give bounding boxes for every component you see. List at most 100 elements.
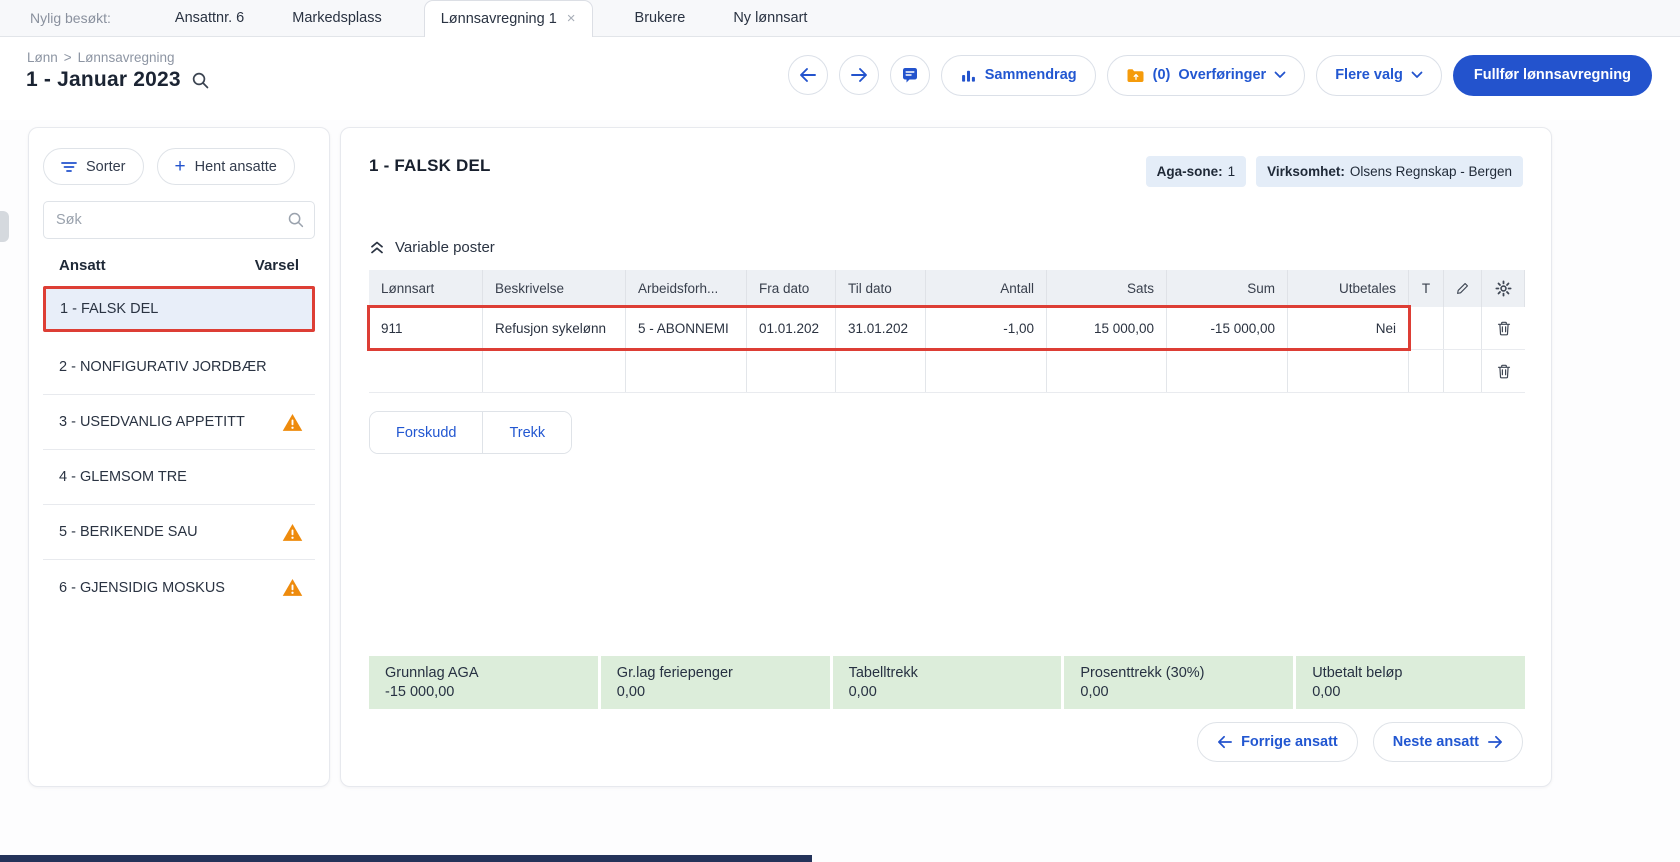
trash-icon	[1496, 320, 1512, 337]
cell-lonnsart[interactable]	[369, 350, 483, 392]
virksomhet-value: Olsens Regnskap - Bergen	[1349, 164, 1512, 179]
tab-lonnsavregning[interactable]: Lønnsavregning 1 ×	[423, 0, 593, 37]
back-button[interactable]	[787, 55, 828, 95]
virksomhet-label: Virksomhet:	[1267, 164, 1345, 179]
delete-row-button[interactable]	[1494, 320, 1513, 337]
pen-icon	[1456, 282, 1469, 295]
cell-beskrivelse[interactable]: Refusjon sykelønn	[483, 307, 626, 349]
tab-markedsplass[interactable]: Markedsplass	[286, 0, 387, 36]
col-header-arbeidsforhold: Arbeidsforh...	[626, 270, 747, 307]
tab-ansattnr-6[interactable]: Ansattnr. 6	[169, 0, 250, 36]
page-title: 1 - Januar 2023	[26, 68, 181, 91]
aga-sone-label: Aga-sone:	[1156, 164, 1223, 179]
forskudd-button[interactable]: Forskudd	[370, 412, 483, 453]
chevron-down-icon	[1411, 71, 1423, 79]
app-header: Lønn > Lønnsavregning 1 - Januar 2023 Sa…	[0, 37, 1680, 120]
tab-label: Lønnsavregning 1	[440, 11, 557, 27]
sorter-label: Sorter	[86, 158, 126, 175]
aga-sone-badge: Aga-sone: 1	[1145, 156, 1247, 187]
cell-delete	[1482, 350, 1525, 392]
delete-row-button[interactable]	[1494, 363, 1513, 380]
overforinger-label: Overføringer	[1178, 67, 1267, 83]
cell-til-dato[interactable]	[836, 350, 926, 392]
flere-valg-button[interactable]: Flere valg	[1316, 54, 1442, 96]
cell-utbetales[interactable]: Nei	[1288, 307, 1409, 349]
summary-label: Gr.lag feriepenger	[616, 665, 733, 681]
forskudd-trekk-group: Forskudd Trekk	[369, 411, 573, 454]
cell-antall[interactable]	[926, 350, 1047, 392]
tab-brukere[interactable]: Brukere	[629, 0, 692, 36]
employee-list-item[interactable]: 3 - USEDVANLIG APPETITT	[43, 395, 315, 450]
summary-value: 0,00	[1312, 684, 1341, 700]
neste-ansatt-button[interactable]: Neste ansatt	[1372, 722, 1523, 762]
cell-sum[interactable]: -15 000,00	[1167, 307, 1288, 349]
cell-utbetales[interactable]	[1288, 350, 1409, 392]
forrige-ansatt-button[interactable]: Forrige ansatt	[1197, 722, 1358, 762]
employee-list-item[interactable]: 4 - GLEMSOM TRE	[43, 450, 315, 505]
cell-t[interactable]	[1409, 350, 1444, 392]
cell-beskrivelse[interactable]	[483, 350, 626, 392]
warning-icon	[282, 413, 303, 432]
tab-ny-lonnsart[interactable]: Ny lønnsart	[727, 0, 813, 36]
arrow-left-icon	[1217, 735, 1233, 749]
warning-icon	[282, 578, 303, 597]
table-row[interactable]: 911 Refusjon sykelønn 5 - ABONNEMI 01.01…	[367, 305, 1525, 351]
col-header-settings[interactable]	[1482, 270, 1525, 307]
comments-button[interactable]	[889, 55, 930, 95]
cell-sats[interactable]: 15 000,00	[1047, 307, 1167, 349]
sammendrag-label: Sammendrag	[984, 67, 1077, 83]
forward-button[interactable]	[838, 55, 879, 95]
summary-value: 0,00	[616, 684, 646, 700]
col-header-sats: Sats	[1047, 270, 1167, 307]
summary-label: Utbetalt beløp	[1312, 665, 1403, 681]
employee-name: 5 - BERIKENDE SAU	[59, 524, 198, 540]
column-header-varsel: Varsel	[254, 257, 299, 274]
summary-value: -15 000,00	[385, 684, 455, 700]
cell-t[interactable]	[1409, 307, 1444, 349]
sorter-button[interactable]: Sorter	[43, 148, 144, 185]
chat-icon	[900, 65, 920, 85]
fullfor-lonnsavregning-button[interactable]: Fullfør lønnsavregning	[1452, 54, 1652, 96]
cell-sats[interactable]	[1047, 350, 1167, 392]
cell-antall[interactable]: -1,00	[926, 307, 1047, 349]
col-header-fra-dato: Fra dato	[747, 270, 836, 307]
cell-pen[interactable]	[1444, 350, 1482, 392]
collapse-double-chevron-up-icon[interactable]	[369, 240, 385, 255]
neste-ansatt-label: Neste ansatt	[1392, 734, 1479, 750]
employee-search-input[interactable]	[43, 201, 315, 239]
hent-ansatte-button[interactable]: + Hent ansatte	[156, 148, 295, 185]
cell-til-dato[interactable]: 31.01.202	[836, 307, 926, 349]
cell-arbeidsforhold[interactable]: 5 - ABONNEMI	[626, 307, 747, 349]
cell-pen[interactable]	[1444, 307, 1482, 349]
table-row-empty[interactable]	[369, 350, 1525, 393]
search-icon[interactable]	[191, 71, 210, 90]
plus-icon: +	[174, 156, 186, 177]
cell-fra-dato[interactable]: 01.01.202	[747, 307, 836, 349]
trekk-button[interactable]: Trekk	[482, 412, 572, 453]
cell-sum[interactable]	[1167, 350, 1288, 392]
cell-arbeidsforhold[interactable]	[626, 350, 747, 392]
summary-label: Tabelltrekk	[848, 665, 918, 681]
sammendrag-button[interactable]: Sammendrag	[940, 54, 1096, 96]
trash-icon	[1496, 363, 1512, 380]
overforinger-button[interactable]: (0) Overføringer	[1106, 54, 1306, 96]
employee-list-item[interactable]: 2 - NONFIGURATIV JORDBÆR	[43, 340, 315, 395]
employee-sidebar: Sorter + Hent ansatte Ansatt Varsel 1 - …	[28, 127, 330, 787]
recently-visited-label: Nylig besøkt:	[30, 10, 111, 26]
tab-bar: Nylig besøkt: Ansattnr. 6 Markedsplass L…	[0, 0, 1680, 37]
chevron-down-icon	[1274, 71, 1286, 79]
cell-fra-dato[interactable]	[747, 350, 836, 392]
col-header-utbetales: Utbetales	[1288, 270, 1409, 307]
close-icon[interactable]: ×	[567, 1, 576, 37]
breadcrumb-section[interactable]: Lønn	[27, 50, 58, 65]
content-area: Sorter + Hent ansatte Ansatt Varsel 1 - …	[0, 120, 1680, 862]
breadcrumb-page[interactable]: Lønnsavregning	[78, 50, 175, 65]
virksomhet-badge: Virksomhet: Olsens Regnskap - Bergen	[1256, 156, 1523, 187]
cell-lonnsart[interactable]: 911	[369, 307, 483, 349]
employee-list-item-selected[interactable]: 1 - FALSK DEL	[43, 286, 315, 332]
summary-row: Grunnlag AGA -15 000,00 Gr.lag feriepeng…	[369, 656, 1525, 709]
overforinger-count: (0)	[1152, 67, 1171, 83]
employee-list-item[interactable]: 5 - BERIKENDE SAU	[43, 505, 315, 560]
arrow-right-icon	[850, 67, 868, 83]
employee-list-item[interactable]: 6 - GJENSIDIG MOSKUS	[43, 560, 315, 615]
